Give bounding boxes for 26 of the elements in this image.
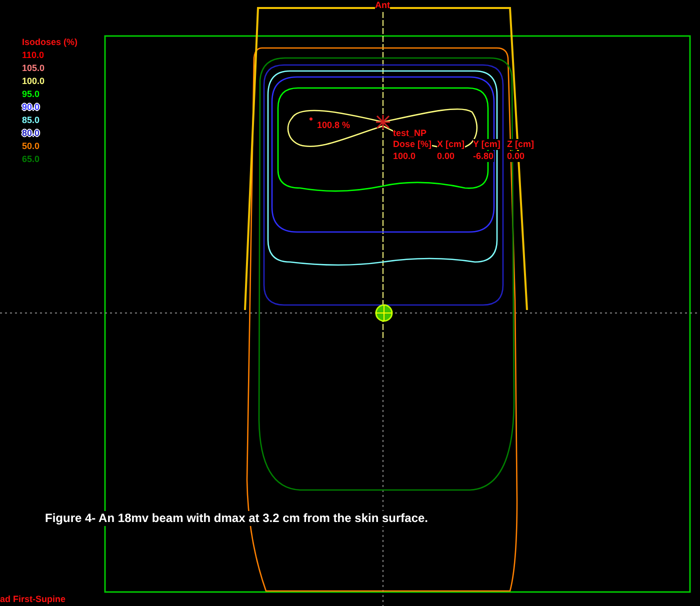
orientation-label: Ant [375, 0, 390, 10]
dose-table-header: Z [cm] [507, 139, 534, 150]
isocenter-icon [375, 304, 393, 322]
legend-item: 110.0 [22, 50, 46, 61]
max-dose-label: 100.8 % [317, 120, 350, 131]
reference-point-name: test_NP [393, 128, 427, 139]
legend-item: 105.0 [22, 63, 46, 74]
figure-caption: Figure 4- An 18mv beam with dmax at 3.2 cm from the skin surface. [45, 511, 428, 526]
max-dose-dot-icon [310, 118, 312, 120]
dose-table-header: X [cm] [437, 139, 465, 150]
legend-title: Isodoses (%) [22, 37, 78, 48]
dose-table-header: Y [cm] [473, 139, 500, 150]
legend-item: 90.0 [22, 102, 41, 113]
dose-table-value: -6.80 [473, 151, 494, 162]
reference-point-icon [376, 115, 390, 129]
dose-table-value: 0.00 [507, 151, 525, 162]
dose-table-value: 100.0 [393, 151, 416, 162]
dose-table-header: Dose [%] [393, 139, 432, 150]
patient-orientation: ad First-Supine [0, 594, 66, 605]
legend-item: 65.0 [22, 154, 41, 165]
legend-item: 100.0 [22, 76, 46, 87]
legend-item: 80.0 [22, 128, 41, 139]
legend-item: 85.0 [22, 115, 41, 126]
legend-item: 95.0 [22, 89, 41, 100]
dose-table-value: 0.00 [437, 151, 455, 162]
legend-item: 50.0 [22, 141, 41, 152]
